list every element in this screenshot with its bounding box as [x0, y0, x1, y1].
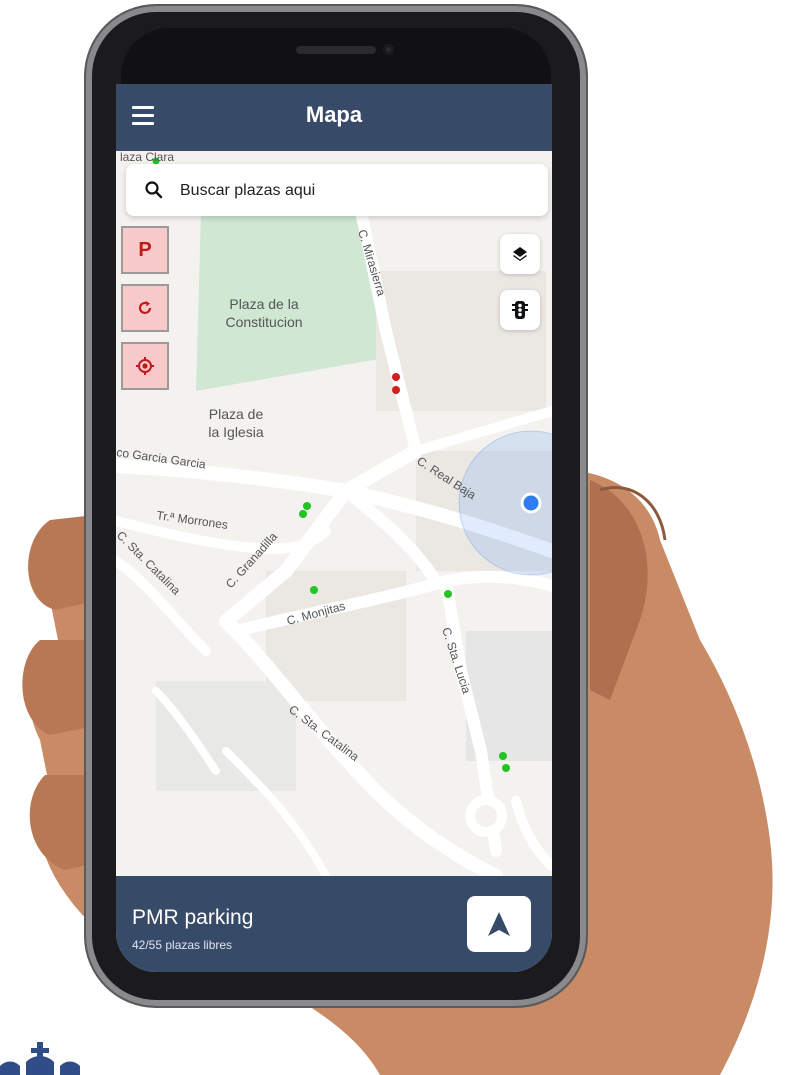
- map-label-plaza-constitucion-1: Plaza de la: [229, 296, 298, 312]
- navigate-button[interactable]: [467, 896, 531, 952]
- refresh-button[interactable]: [121, 284, 169, 332]
- phone: Mapa laza Clara Plaza de la Constitucion…: [86, 6, 586, 1006]
- app-screen: Mapa laza Clara Plaza de la Constitucion…: [116, 84, 552, 972]
- navigation-arrow-icon: [488, 912, 510, 936]
- page-title: Mapa: [305, 102, 363, 127]
- parking-occupied-marker: [392, 373, 400, 381]
- map-label-plaza-constitucion-2: Constitucion: [225, 314, 302, 330]
- search-input[interactable]: [178, 164, 532, 218]
- parking-free-marker: [502, 764, 510, 772]
- parking-free-marker: [444, 590, 452, 598]
- parking-info-panel: PMR parking 42/55 plazas libres: [116, 876, 552, 972]
- phone-notch: [121, 28, 551, 88]
- parking-button[interactable]: P: [121, 226, 169, 274]
- free-spots-count: 42/55 plazas libres: [132, 938, 233, 952]
- parking-label: P: [138, 238, 152, 261]
- map-label-plaza-iglesia-1: Plaza de: [209, 406, 264, 422]
- parking-occupied-marker: [392, 386, 400, 394]
- parking-free-marker: [310, 586, 318, 594]
- parking-free-marker: [303, 502, 311, 510]
- traffic-toggle-button[interactable]: [500, 290, 540, 330]
- search-bar: [126, 164, 548, 218]
- search-icon: [145, 181, 163, 199]
- map-label-plaza-iglesia-2: la Iglesia: [208, 424, 263, 440]
- parking-zone-title: PMR parking: [132, 906, 254, 929]
- my-location-button[interactable]: [121, 342, 169, 390]
- traffic-light-icon: [512, 301, 528, 319]
- map-label-plaza-clara: laza Clara: [120, 151, 174, 164]
- speaker-grille: [296, 46, 376, 54]
- parking-free-marker: [499, 752, 507, 760]
- parking-free-marker: [299, 510, 307, 518]
- refresh-icon: [138, 301, 152, 314]
- logo-partial: [0, 1042, 80, 1075]
- current-location-dot: [520, 492, 542, 514]
- map-layers-button[interactable]: [500, 234, 540, 274]
- map-view[interactable]: laza Clara Plaza de la Constitucion Plaz…: [116, 151, 552, 876]
- front-camera: [383, 44, 394, 55]
- layers-icon: [513, 247, 527, 261]
- app-bar: Mapa: [116, 84, 552, 151]
- crosshair-icon: [136, 357, 154, 375]
